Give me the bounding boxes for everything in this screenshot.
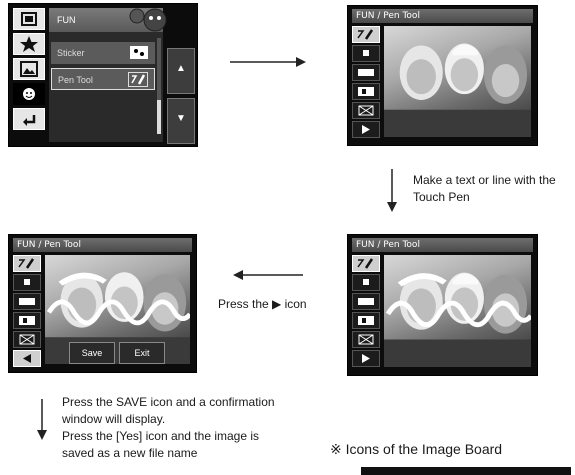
screen-title: FUN / Pen Tool: [13, 238, 192, 252]
fun-menu-screen: FUN Sticker Pen Tool ▲ ▼: [8, 3, 198, 147]
photo-preview: [45, 255, 190, 364]
caption-step3-line1: Press the SAVE icon and a confirmation: [62, 395, 275, 409]
pen-tool-icon: [128, 72, 148, 87]
photo-image: [45, 272, 190, 364]
menu-item-pen-tool[interactable]: Pen Tool: [51, 68, 155, 90]
tool-column: [352, 255, 380, 369]
eraser-icon[interactable]: [13, 331, 41, 348]
caption-step1: Make a text or line with the Touch Pen: [413, 172, 573, 206]
photo-image: [384, 43, 531, 137]
caption-step1-text: Make a text or line with the Touch Pen: [413, 173, 556, 204]
caption-step3-line3: Press the [Yes] icon and the image is: [62, 429, 260, 443]
back-arrow-icon[interactable]: [13, 350, 41, 367]
star-icon[interactable]: [13, 33, 45, 55]
pen-icon[interactable]: [352, 255, 380, 272]
arrow-down-icon: [37, 399, 47, 440]
image-board-note: ※ Icons of the Image Board: [330, 441, 570, 458]
photo-preview: [384, 26, 531, 137]
menu-panel: FUN Sticker Pen Tool: [49, 8, 167, 142]
color-icon[interactable]: [352, 83, 380, 100]
photo-preview: [384, 255, 531, 367]
thin-line-icon[interactable]: [352, 45, 380, 62]
pen-icon[interactable]: [352, 26, 380, 43]
arrow-down-icon: [387, 169, 397, 212]
menu-item-label: Sticker: [57, 48, 85, 58]
caption-step2-text: Press the ▶ icon: [218, 297, 307, 311]
pen-tool-screen-save: FUN / Pen Tool Save Exit: [8, 234, 197, 373]
up-arrow-button[interactable]: ▲: [167, 48, 195, 94]
menu-left-column: [13, 8, 45, 133]
photo-image: [384, 272, 531, 367]
fun-face-icon[interactable]: [13, 83, 45, 105]
tool-column: [352, 26, 380, 140]
color-icon[interactable]: [13, 312, 41, 329]
next-icon[interactable]: [352, 350, 380, 367]
pen-tool-screen-drawing: FUN / Pen Tool: [347, 234, 538, 376]
next-icon[interactable]: [352, 121, 380, 138]
sticker-icon: [130, 46, 148, 59]
caption-step3-line4: saved as a new file name: [62, 446, 198, 460]
thin-line-icon[interactable]: [13, 274, 41, 291]
back-icon[interactable]: [13, 108, 45, 130]
color-icon[interactable]: [352, 312, 380, 329]
exit-button[interactable]: Exit: [119, 342, 165, 364]
screen-title: FUN / Pen Tool: [352, 238, 533, 252]
up-arrow-icon: ▲: [176, 63, 186, 74]
scrollbar-thumb[interactable]: [157, 100, 161, 134]
down-arrow-button[interactable]: ▼: [167, 98, 195, 144]
screen-title: FUN / Pen Tool: [352, 9, 533, 23]
thin-line-icon[interactable]: [352, 274, 380, 291]
arrow-left-icon: [233, 270, 303, 280]
caption-step3: Press the SAVE icon and a confirmation w…: [62, 394, 322, 462]
caption-step2: Press the ▶ icon: [218, 296, 338, 313]
thick-line-icon[interactable]: [352, 64, 380, 81]
note-divider: [361, 467, 571, 475]
tool-column: [13, 255, 41, 369]
thick-line-icon[interactable]: [352, 293, 380, 310]
frame-icon[interactable]: [13, 8, 45, 30]
pen-tool-screen-photo: FUN / Pen Tool: [347, 5, 538, 146]
save-button[interactable]: Save: [69, 342, 115, 364]
menu-item-sticker[interactable]: Sticker: [51, 42, 155, 64]
menu-scrollbar[interactable]: [157, 38, 161, 134]
thick-line-icon[interactable]: [13, 293, 41, 310]
eraser-icon[interactable]: [352, 331, 380, 348]
menu-item-label: Pen Tool: [58, 75, 93, 85]
caption-step3-line2: window will display.: [62, 412, 166, 426]
arrow-right-icon: [230, 57, 306, 67]
image-board-note-text: ※ Icons of the Image Board: [330, 441, 503, 457]
image-icon[interactable]: [13, 58, 45, 80]
fun-face-decoration-icon: [129, 8, 167, 32]
eraser-icon[interactable]: [352, 102, 380, 119]
down-arrow-icon: ▼: [176, 113, 186, 124]
pen-icon[interactable]: [13, 255, 41, 272]
